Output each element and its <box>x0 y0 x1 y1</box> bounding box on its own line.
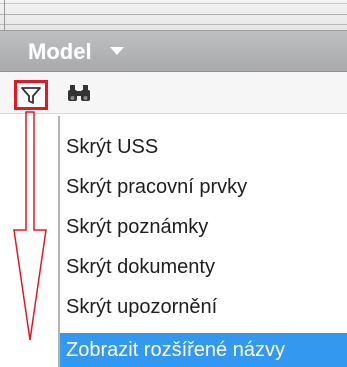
divider <box>4 0 5 30</box>
filter-button[interactable] <box>14 80 48 110</box>
menu-item-hide-work-items[interactable]: Skrýt pracovní prvky <box>60 171 347 203</box>
menu-item-hide-warnings[interactable]: Skrýt upozornění <box>60 291 347 323</box>
menu-item-hide-uss[interactable]: Skrýt USS <box>60 131 347 163</box>
menu-item-show-extended-names[interactable]: Zobrazit rozšířené názvy <box>60 333 347 367</box>
window-top-strip <box>0 0 347 30</box>
divider <box>0 14 347 15</box>
menu-item-hide-documents[interactable]: Skrýt dokumenty <box>60 251 347 283</box>
model-dropdown-label: Model <box>28 39 92 64</box>
menu-item-hide-notes[interactable]: Skrýt poznámky <box>60 211 347 243</box>
toolbar <box>0 72 347 114</box>
divider <box>0 24 347 25</box>
filter-icon <box>21 87 41 104</box>
divider <box>0 3 347 4</box>
chevron-down-icon[interactable] <box>110 47 124 55</box>
model-dropdown-header[interactable]: Model <box>0 30 347 72</box>
binoculars-icon[interactable] <box>66 84 92 104</box>
